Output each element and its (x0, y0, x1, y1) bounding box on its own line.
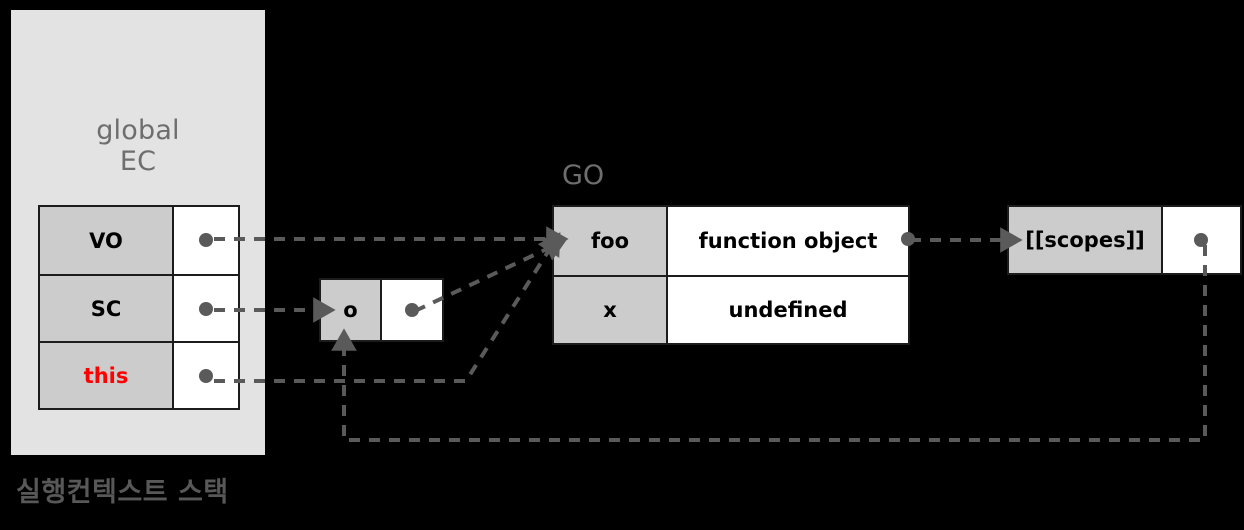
ec-row-key-vo: VO (40, 207, 174, 274)
table-row: x undefined (554, 275, 908, 343)
go-value-text-foo: function object (698, 229, 878, 253)
global-object-table: foo function object x undefined (552, 205, 915, 345)
table-row: o (321, 280, 442, 340)
pointer-dot (1194, 233, 1208, 247)
table-row: this (40, 341, 238, 408)
ec-row-key-sc: SC (40, 276, 174, 341)
scopes-table: [[scopes]] (1007, 205, 1242, 275)
execution-context-table: VO SC this (38, 205, 240, 410)
diagram-canvas: global EC GO VO SC this o foo function o… (0, 0, 1244, 530)
go-row-value-foo: function object (668, 207, 915, 275)
global-ec-label: global EC (96, 115, 180, 177)
global-object-label: GO (562, 160, 605, 191)
ec-row-value-vo (174, 207, 238, 274)
go-row-key-x: x (554, 277, 668, 343)
o-row-value (382, 280, 442, 340)
pointer-dot (405, 303, 419, 317)
table-row: VO (40, 207, 238, 274)
stack-caption: 실행컨텍스트 스택 (16, 477, 229, 508)
table-row: [[scopes]] (1009, 207, 1240, 273)
scopes-row-value (1163, 207, 1240, 273)
pointer-dot (199, 369, 213, 383)
pointer-dot (901, 232, 915, 246)
ec-row-value-this (174, 343, 238, 408)
go-row-value-x: undefined (668, 277, 908, 343)
o-row-key: o (321, 280, 382, 340)
ec-row-value-sc (174, 276, 238, 341)
table-row: SC (40, 274, 238, 341)
o-object-table: o (319, 278, 444, 342)
pointer-dot (199, 233, 213, 247)
pointer-dot (199, 302, 213, 316)
scopes-row-key: [[scopes]] (1009, 207, 1163, 273)
go-row-key-foo: foo (554, 207, 668, 275)
table-row: foo function object (554, 207, 915, 275)
ec-row-key-this: this (40, 343, 174, 408)
